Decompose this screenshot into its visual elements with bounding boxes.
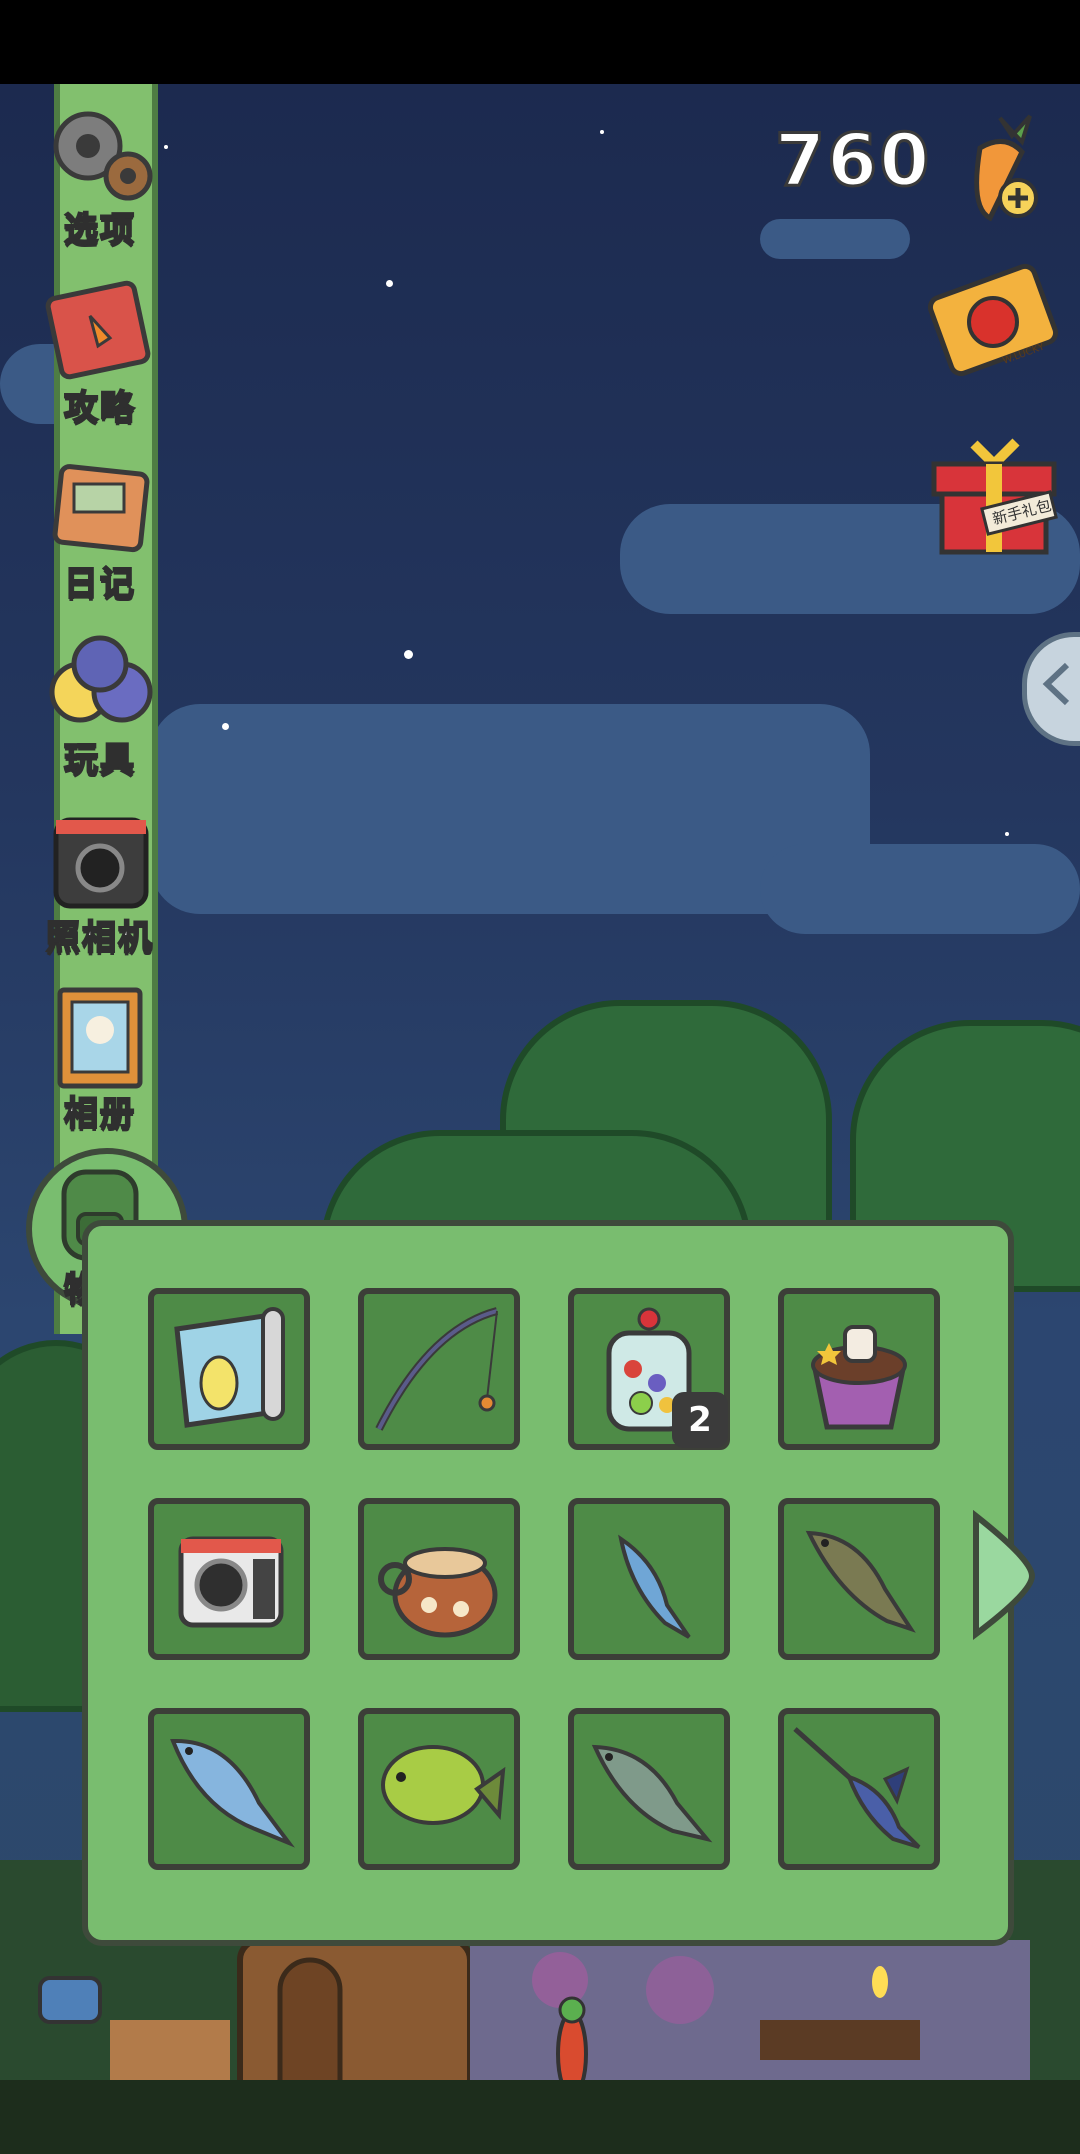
swordfish-icon [793,1727,921,1849]
star [404,650,413,659]
inventory-slot-instant-camera[interactable] [148,1498,310,1660]
inventory-slot-fishing-rod[interactable] [358,1288,520,1450]
map-icon [174,1307,285,1428]
guide-book-icon [40,276,160,386]
sidebar-item-label: 玩具 [63,739,136,781]
inventory-slot-green-sunfish[interactable] [358,1708,520,1870]
small-fish-icon [618,1534,691,1639]
fishing-rod-icon [375,1307,499,1431]
next-page-arrow[interactable] [970,1509,1040,1641]
inventory-slot-swordfish[interactable] [778,1708,940,1870]
diary-icon [40,452,160,562]
sidebar-item-camera[interactable]: 照相机 [30,806,170,959]
blue-fish-icon [170,1738,295,1848]
collapse-button[interactable] [1022,632,1080,746]
inventory-slot-jelly-jar[interactable]: 2 [568,1288,730,1450]
sidebar-item-toys[interactable]: 玩具 [30,628,170,781]
inventory-slot-blue-fish[interactable] [148,1708,310,1870]
cloud [760,219,910,259]
cupcake-icon [811,1325,907,1430]
sidebar-item-album[interactable]: 相册 [30,982,170,1135]
lottery-ticket-icon[interactable]: W.LUCKY [918,260,1068,390]
sidebar-item-diary[interactable]: 日记 [30,452,170,605]
camera-icon [40,806,160,916]
sidebar-item-guide[interactable]: 攻略 [30,276,170,429]
carrot-count: 760 [773,117,932,204]
gear-icon [40,98,160,208]
grey-carp-icon [591,1744,713,1843]
inventory-slot-small-fish[interactable] [568,1498,730,1660]
game-screen: 选项 攻略 日记 玩具 照相机 相册 760 W.LUCKY 新手礼包 2 [0,0,1080,2154]
gift-box-icon[interactable]: 新手礼包 [924,424,1064,564]
sidebar-item-label: 攻略 [63,387,136,429]
photo-album-icon [40,982,160,1092]
carrot-plus-icon[interactable] [950,108,1060,228]
instant-camera-icon [178,1536,284,1628]
status-bar [0,0,1080,84]
sidebar-item-label: 日记 [63,563,136,605]
toy-balls-icon [40,628,160,738]
item-count-badge: 2 [672,1392,728,1448]
sidebar-item-options[interactable]: 选项 [30,98,170,251]
cloud [760,844,1080,934]
inventory-slot-grey-carp[interactable] [568,1708,730,1870]
inventory-slot-map[interactable] [148,1288,310,1450]
inventory-slot-catfish[interactable] [778,1498,940,1660]
sidebar-item-label: 照相机 [45,917,154,959]
catfish-icon [805,1530,916,1633]
inventory-slot-cupcake[interactable] [778,1288,940,1450]
green-sunfish-icon [381,1745,506,1825]
star [386,280,393,287]
inventory-slot-teapot[interactable] [358,1498,520,1660]
star [1005,832,1009,836]
sidebar-item-label: 相册 [63,1093,136,1135]
teapot-icon [378,1547,498,1638]
sidebar-item-label: 选项 [63,209,136,251]
star [222,723,229,730]
star [600,130,604,134]
